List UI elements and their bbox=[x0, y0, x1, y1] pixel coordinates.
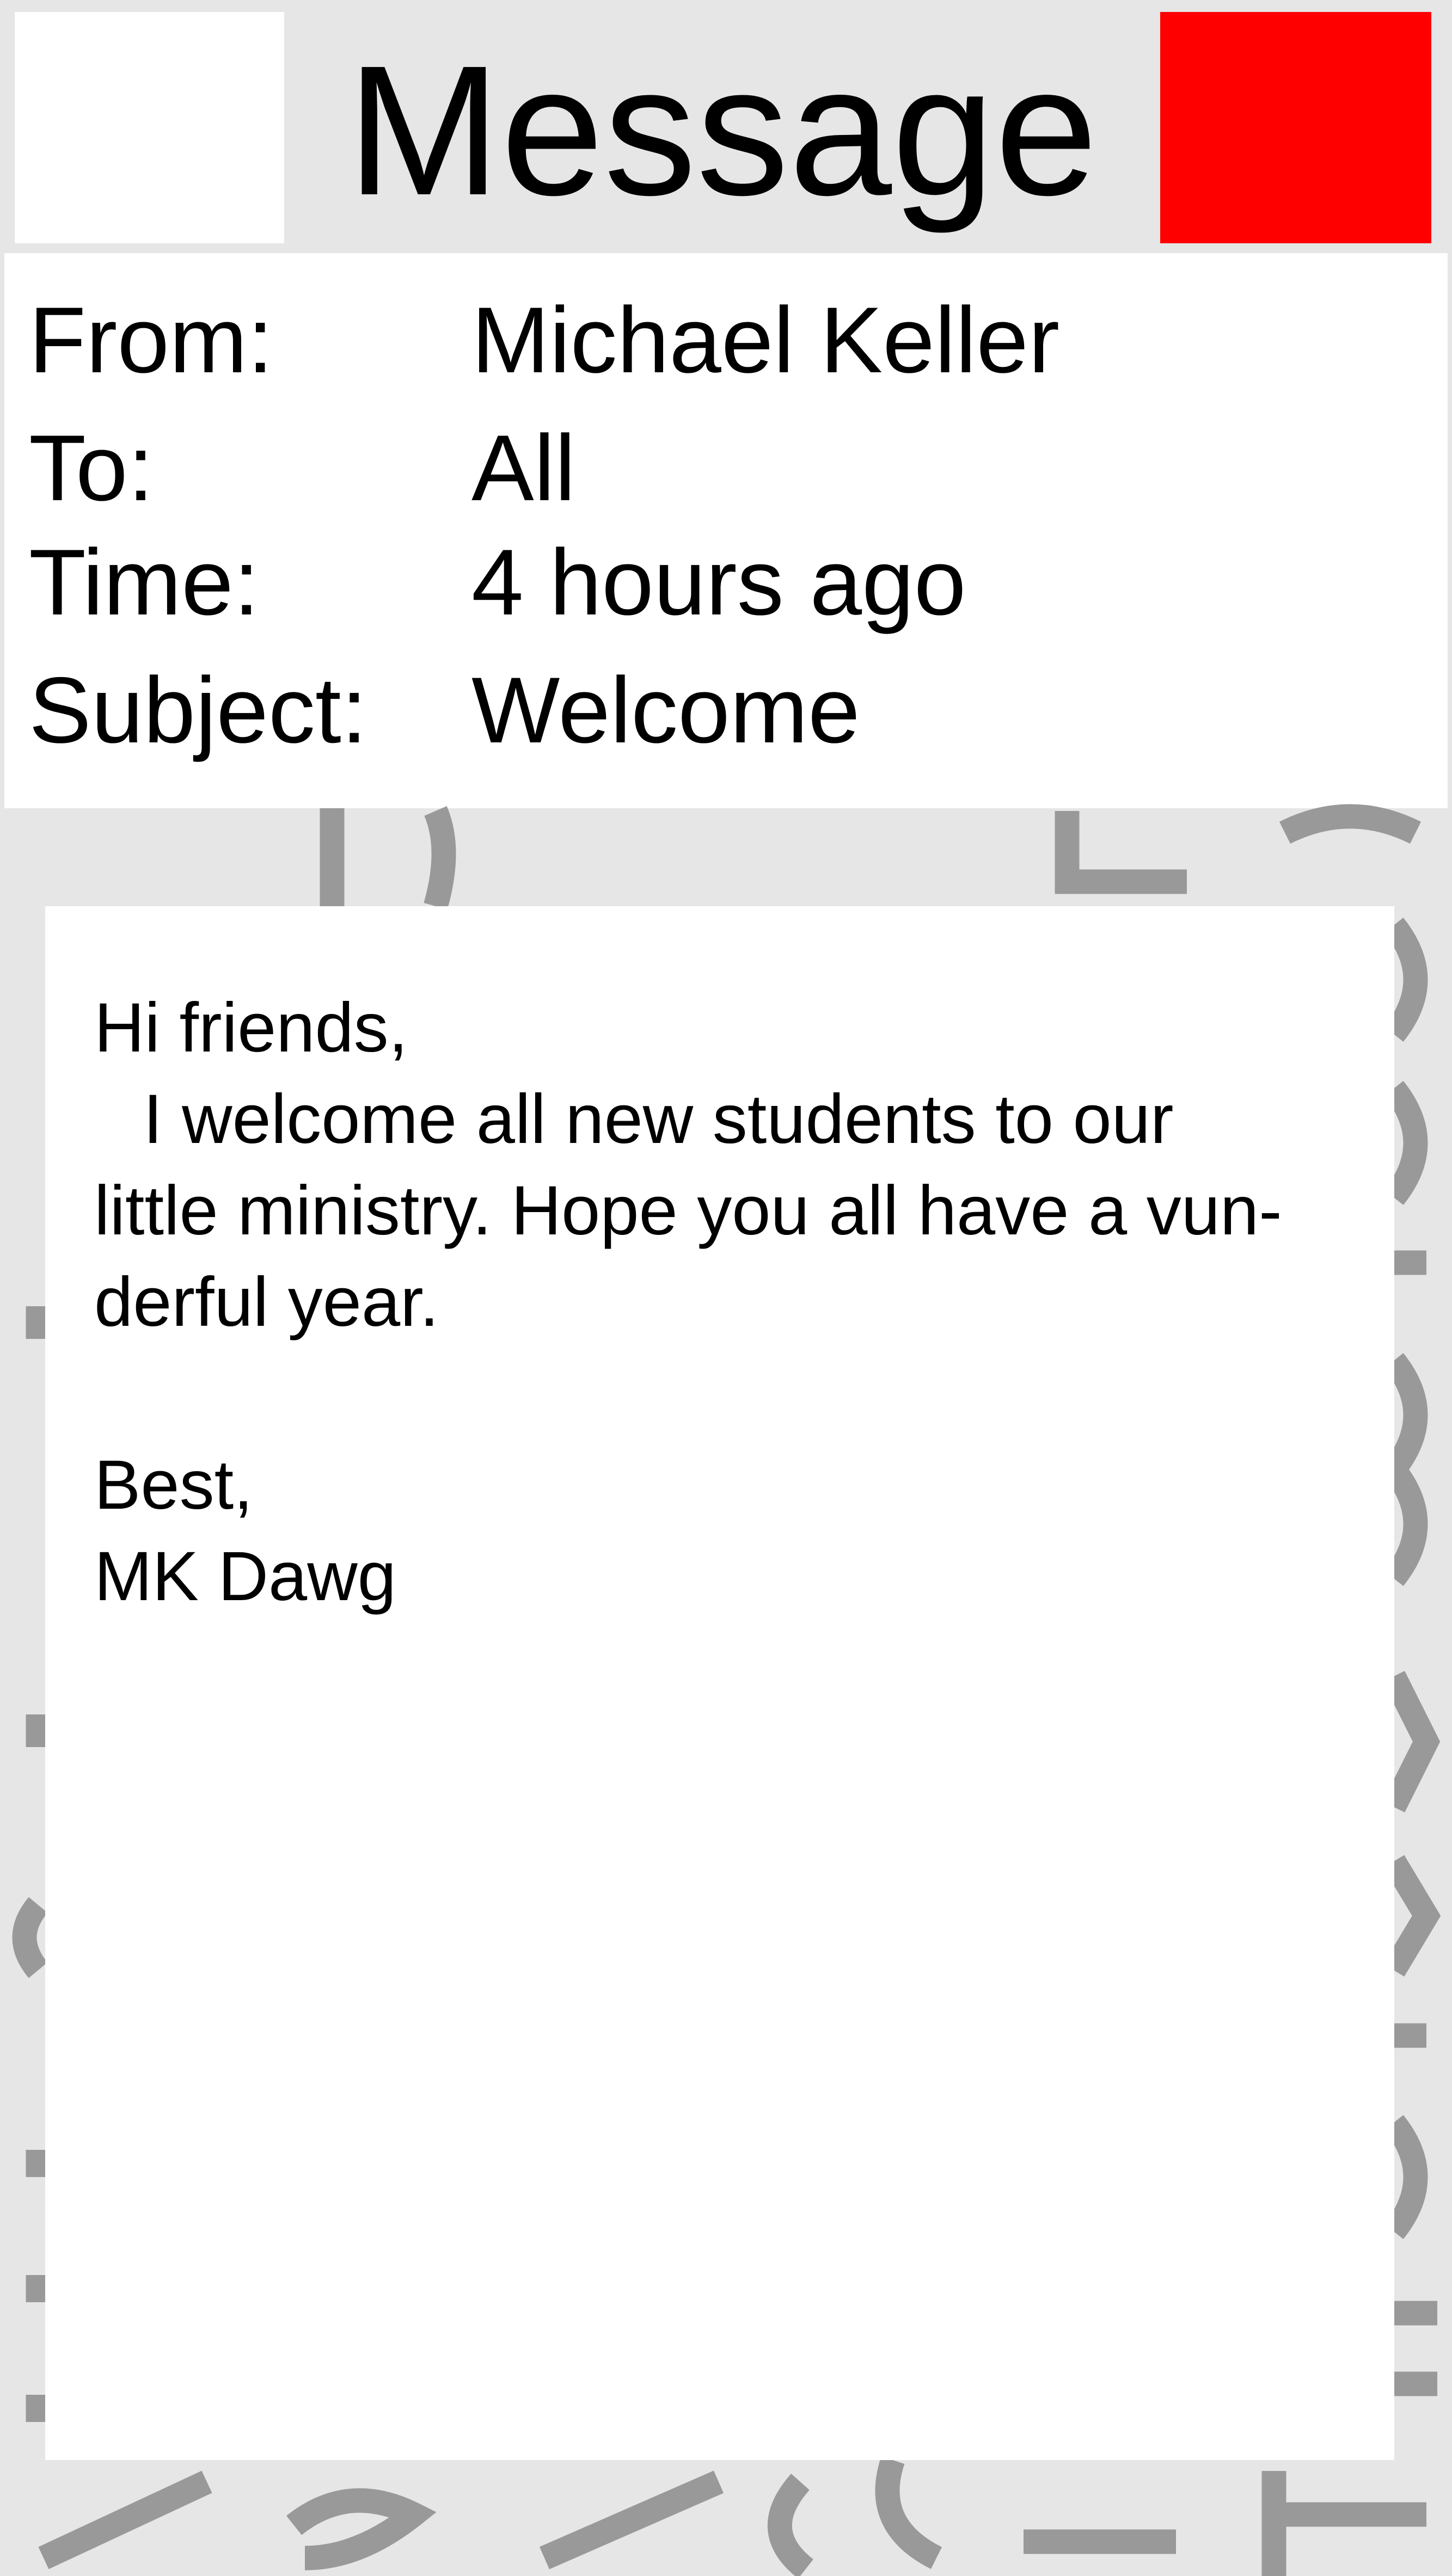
subject-row: Subject: Welcome bbox=[4, 656, 1448, 765]
subject-value: Welcome bbox=[471, 658, 860, 763]
message-body-panel: Hi friends, I welcome all new students t… bbox=[45, 906, 1394, 2460]
closing-line: Best, bbox=[94, 1446, 253, 1524]
subject-label: Subject: bbox=[29, 658, 367, 763]
close-button[interactable] bbox=[1160, 12, 1431, 243]
to-value: All bbox=[471, 416, 576, 520]
body-line-2: little ministry. Hope you all have a vun… bbox=[94, 1172, 1282, 1250]
body-line-3: derful year. bbox=[94, 1263, 439, 1341]
from-row: From: Michael Keller bbox=[4, 286, 1448, 395]
message-meta: From: Michael Keller To: All Time: 4 hou… bbox=[4, 253, 1448, 808]
window-title: Message bbox=[346, 27, 1098, 234]
message-window: Message From: Michael Keller To: All Tim… bbox=[0, 0, 1452, 2576]
time-label: Time: bbox=[29, 530, 260, 635]
body-line-1-text: I welcome all new students to our bbox=[143, 1080, 1174, 1158]
to-label: To: bbox=[29, 416, 154, 520]
message-body: Hi friends, I welcome all new students t… bbox=[94, 982, 1346, 1622]
blank-button[interactable] bbox=[15, 12, 284, 243]
from-value: Michael Keller bbox=[471, 288, 1060, 392]
to-row: To: All bbox=[4, 414, 1448, 522]
greeting-line: Hi friends, bbox=[94, 989, 408, 1067]
from-label: From: bbox=[29, 288, 274, 392]
signature-line: MK Dawg bbox=[94, 1538, 396, 1615]
time-value: 4 hours ago bbox=[471, 530, 966, 635]
header-bar: Message bbox=[0, 0, 1452, 253]
time-row: Time: 4 hours ago bbox=[4, 528, 1448, 637]
body-line-1: I welcome all new students to our bbox=[94, 1074, 1346, 1165]
